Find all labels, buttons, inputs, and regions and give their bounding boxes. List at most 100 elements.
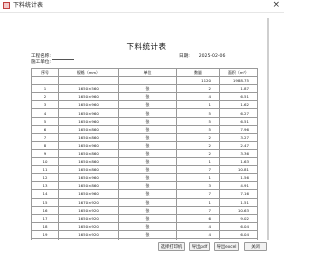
cell-area: 1988.75 (219, 76, 258, 86)
select-printer-button[interactable]: 选择打印机 (158, 242, 185, 251)
cell-area: 3.27 (219, 132, 258, 142)
cell-unit: 张 (118, 124, 177, 134)
cell-quantity: 3 (176, 181, 220, 191)
date-label: 日期: (179, 54, 190, 59)
construction-unit-label: 施工单位: (31, 60, 51, 65)
cell-area: 7.16 (219, 189, 258, 199)
cell-quantity: 2 (176, 84, 220, 94)
cell-area: 1.62 (219, 100, 258, 110)
cell-area: 10.63 (219, 205, 258, 215)
cell-unit: 张 (118, 173, 177, 183)
cell-area: 3.36 (219, 148, 258, 159)
cell-quantity: 5 (176, 124, 220, 134)
cell-area: 6.51 (219, 92, 258, 102)
cell-quantity: 5 (176, 116, 220, 126)
close-icon[interactable]: × (272, 0, 280, 11)
cell-unit: 张 (118, 221, 177, 231)
table-row: 15 1670×920 张 1 1.51 (31, 197, 258, 207)
cell-unit: 张 (118, 213, 177, 223)
cell-index: 9 (31, 148, 59, 159)
cell-unit: 张 (118, 181, 177, 191)
cell-spec: 1650×860 (58, 157, 119, 167)
cell-area: 1.51 (219, 237, 258, 240)
cell-quantity: 1 (176, 237, 220, 240)
cell-spec: 1650×920 (58, 229, 119, 239)
cell-index (31, 76, 59, 86)
cell-area: 6.27 (219, 108, 258, 118)
cell-index: 3 (31, 100, 59, 110)
cell-unit: 张 (118, 229, 177, 239)
cell-quantity: 4 (176, 92, 220, 102)
table-row: 9 1650×860 张 2 3.36 (31, 148, 258, 159)
cell-area: 2.47 (219, 140, 258, 150)
cell-index: 15 (31, 197, 59, 207)
cell-area: 6.51 (219, 116, 258, 126)
cell-spec: 1650×960 (58, 108, 119, 118)
cell-spec: 1650×960 (58, 100, 119, 110)
cell-index: 19 (31, 229, 59, 239)
cell-index: 7 (31, 132, 59, 142)
cell-index: 20 (31, 237, 59, 240)
cell-index: 8 (31, 140, 59, 150)
vertical-scrollbar[interactable] (267, 18, 269, 240)
cell-spec: 1650×960 (58, 92, 119, 102)
cell-area: 6.04 (219, 229, 258, 239)
cell-quantity: 1120 (176, 76, 220, 86)
report-title: 下料统计表 (126, 42, 167, 51)
cell-spec: 1650×920 (58, 213, 119, 223)
table-row: 10 1650×860 张 1 1.63 (31, 157, 258, 167)
cell-area: 6.04 (219, 221, 258, 231)
table-row: 6 1650×860 张 5 7.96 (31, 124, 258, 134)
cell-area: 1.56 (219, 173, 258, 183)
export-pdf-button[interactable]: 导出pdf (189, 242, 210, 251)
cell-quantity: 2 (176, 140, 220, 150)
cell-quantity: 1 (176, 100, 220, 110)
cell-unit: 张 (118, 165, 177, 175)
table-body: 1120 1988.75 1 1650×560 张 2 1.87 2 1650×960 张 4 6.5… (31, 76, 258, 240)
app-icon (3, 2, 10, 9)
table-row: 4 1650×960 张 5 6.27 (31, 108, 258, 118)
cell-unit (118, 76, 177, 86)
date-value: 2025-02-06 (198, 54, 226, 59)
table-row: 3 1650×960 张 1 1.62 (31, 100, 258, 110)
cell-area: 9.02 (219, 213, 258, 223)
cell-quantity: 5 (176, 108, 220, 118)
cell-index: 16 (31, 205, 59, 215)
table-row: 1 1650×560 张 2 1.87 (31, 84, 258, 94)
cell-unit: 张 (118, 116, 177, 126)
table-row: 8 1650×960 张 2 2.47 (31, 140, 258, 150)
cell-index: 12 (31, 173, 59, 183)
cell-quantity: 2 (176, 148, 220, 159)
cell-spec: 1670×920 (58, 197, 119, 207)
cell-spec: 1650×920 (58, 237, 119, 240)
export-excel-button[interactable]: 导出excel (214, 242, 239, 251)
cell-unit: 张 (118, 132, 177, 142)
cell-index: 10 (31, 157, 59, 167)
cell-spec: 1650×920 (58, 205, 119, 215)
cell-index: 13 (31, 181, 59, 191)
table-row: 12 1650×960 张 1 1.56 (31, 173, 258, 183)
table-row: 7 1650×860 张 2 3.27 (31, 132, 258, 142)
cell-quantity: 7 (176, 189, 220, 199)
table-row: 201650×920张11.51 (31, 237, 258, 240)
cell-quantity: 1 (176, 197, 220, 207)
cell-spec: 1650×560 (58, 84, 119, 94)
cell-index: 6 (31, 124, 59, 134)
cell-area: 1.63 (219, 157, 258, 167)
column-header-area: 面积（m²） (219, 67, 258, 78)
cell-quantity: 4 (176, 221, 220, 231)
cell-index: 2 (31, 92, 59, 102)
table-total-row: 1120 1988.75 (31, 76, 258, 86)
cell-spec (58, 76, 119, 86)
close-button[interactable]: 关闭 (244, 242, 267, 251)
cell-spec: 1650×860 (58, 124, 119, 134)
table-row: 11 1650×860 张 7 10.81 (31, 165, 258, 175)
cell-unit: 张 (118, 84, 177, 94)
table-row: 19 1650×920 张 4 6.04 (31, 229, 258, 239)
cell-spec: 1650×960 (58, 189, 119, 199)
cell-area: 7.96 (219, 124, 258, 134)
table-row: 2 1650×960 张 4 6.51 (31, 92, 258, 102)
material-table: 序号 规格（mm） 单位 数量 面积（m²） 1120 1988.75 1 1650×… (31, 67, 258, 240)
cell-spec: 1650×860 (58, 181, 119, 191)
cell-index: 18 (31, 221, 59, 231)
